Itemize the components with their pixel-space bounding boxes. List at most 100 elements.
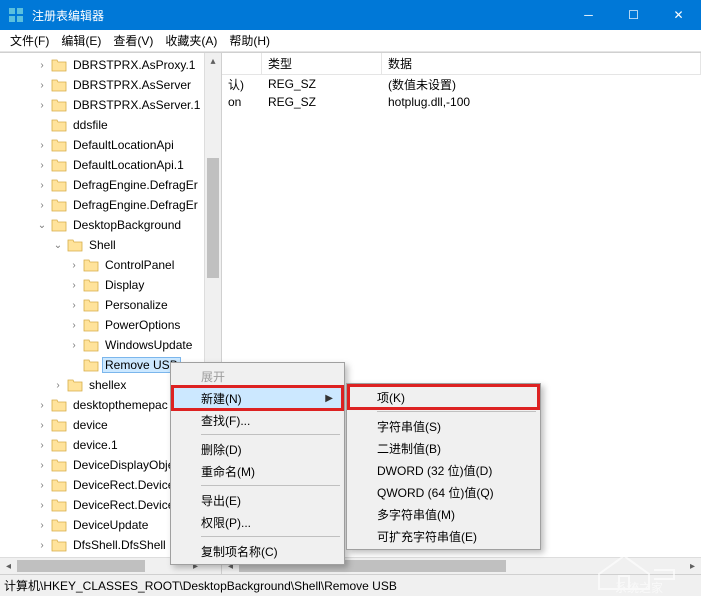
tree-node[interactable]: › DefaultLocationApi.1 <box>0 155 221 175</box>
close-button[interactable]: ✕ <box>656 0 701 30</box>
list-header: 类型 数据 <box>222 53 701 75</box>
menu-file[interactable]: 文件(F) <box>4 30 55 51</box>
chevron-icon[interactable]: › <box>36 460 48 471</box>
tree-node[interactable]: ›PowerOptions <box>0 315 221 335</box>
tree-label: DefaultLocationApi.1 <box>70 157 187 173</box>
tree-label: device.1 <box>70 437 121 453</box>
folder-icon <box>51 218 67 232</box>
col-data[interactable]: 数据 <box>382 53 701 74</box>
chevron-icon[interactable]: › <box>36 60 48 71</box>
tree-node[interactable]: ›DefaultLocationApi <box>0 135 221 155</box>
tree-node[interactable]: ›ControlPanel <box>0 255 221 275</box>
menu-new-multi[interactable]: 多字符串值(M) <box>349 503 538 525</box>
menu-new-binary[interactable]: 二进制值(B) <box>349 437 538 459</box>
tree-node[interactable]: ›DBRSTPRX.AsServer <box>0 75 221 95</box>
chevron-icon[interactable]: › <box>36 400 48 411</box>
statusbar: 计算机\HKEY_CLASSES_ROOT\DesktopBackground\… <box>0 574 701 596</box>
menu-export[interactable]: 导出(E) <box>173 489 342 511</box>
tree-label: DeviceRect.Device <box>70 477 177 493</box>
tree-label: DBRSTPRX.AsServer.1 <box>70 97 203 113</box>
tree-node[interactable]: ›DefragEngine.DefragEr <box>0 195 221 215</box>
tree-label: device <box>70 417 111 433</box>
tree-node[interactable]: › WindowsUpdate <box>0 335 221 355</box>
tree-label: ddsfile <box>70 117 111 133</box>
tree-label: DefragEngine.DefragEr <box>70 177 201 193</box>
chevron-icon[interactable]: › <box>36 520 48 531</box>
menu-edit[interactable]: 编辑(E) <box>55 30 107 51</box>
menu-new-string[interactable]: 字符串值(S) <box>349 415 538 437</box>
list-body[interactable]: 认)REG_SZ(数值未设置)onREG_SZhotplug.dll,-100 <box>222 75 701 111</box>
tree-label: DBRSTPRX.AsProxy.1 <box>70 57 198 73</box>
tree-label: WindowsUpdate <box>102 337 195 353</box>
tree-node[interactable]: › Personalize <box>0 295 221 315</box>
scroll-right-icon[interactable]: ▸ <box>684 558 701 574</box>
col-name[interactable] <box>222 53 262 74</box>
chevron-icon[interactable]: › <box>36 80 48 91</box>
scroll-left-icon[interactable]: ◂ <box>0 558 17 574</box>
window-controls: ─ ☐ ✕ <box>566 0 701 30</box>
chevron-icon[interactable]: › <box>68 340 80 351</box>
tree-label: DeviceDisplayObje <box>70 457 177 473</box>
tree-label: DeviceUpdate <box>70 517 151 533</box>
list-row[interactable]: 认)REG_SZ(数值未设置) <box>222 75 701 93</box>
tree-node[interactable]: › DBRSTPRX.AsProxy.1 <box>0 55 221 75</box>
tree-label: desktopthemepac <box>70 397 171 413</box>
scroll-up-icon[interactable]: ▴ <box>205 53 221 70</box>
menu-favorites[interactable]: 收藏夹(A) <box>159 30 223 51</box>
tree-node[interactable]: ›Display <box>0 275 221 295</box>
tree-node[interactable]: ⌄DesktopBackground <box>0 215 221 235</box>
menu-new[interactable]: 新建(N) ▶ <box>173 387 342 409</box>
folder-icon <box>83 338 99 352</box>
tree-node[interactable]: › DBRSTPRX.AsServer.1 <box>0 95 221 115</box>
chevron-icon[interactable]: › <box>36 440 48 451</box>
chevron-icon[interactable]: › <box>36 420 48 431</box>
menu-delete[interactable]: 删除(D) <box>173 438 342 460</box>
chevron-icon[interactable]: › <box>68 320 80 331</box>
menu-find[interactable]: 查找(F)... <box>173 409 342 431</box>
chevron-icon[interactable]: › <box>68 260 80 271</box>
chevron-icon[interactable]: › <box>36 180 48 191</box>
context-menu-new: 项(K) 字符串值(S) 二进制值(B) DWORD (32 位)值(D) QW… <box>346 383 541 550</box>
window-title: 注册表编辑器 <box>32 7 566 24</box>
tree-node[interactable]: ⌄Shell <box>0 235 221 255</box>
minimize-button[interactable]: ─ <box>566 0 611 30</box>
col-type[interactable]: 类型 <box>262 53 382 74</box>
chevron-icon[interactable]: › <box>36 160 48 171</box>
folder-icon <box>51 478 67 492</box>
list-row[interactable]: onREG_SZhotplug.dll,-100 <box>222 93 701 111</box>
chevron-icon[interactable]: ⌄ <box>36 220 48 231</box>
chevron-icon[interactable]: › <box>36 540 48 551</box>
menu-help[interactable]: 帮助(H) <box>223 30 276 51</box>
chevron-icon[interactable]: › <box>68 280 80 291</box>
chevron-icon[interactable]: › <box>36 100 48 111</box>
scroll-thumb[interactable] <box>207 158 219 278</box>
folder-icon <box>51 498 67 512</box>
menu-new-expand[interactable]: 可扩充字符串值(E) <box>349 525 538 547</box>
cell-name: on <box>222 95 262 109</box>
chevron-icon[interactable]: › <box>52 380 64 391</box>
menu-new-key[interactable]: 项(K) <box>349 386 538 408</box>
tree-label: DfsShell.DfsShell <box>70 537 169 553</box>
menu-new-qword[interactable]: QWORD (64 位)值(Q) <box>349 481 538 503</box>
folder-icon <box>51 438 67 452</box>
tree-label: DeviceRect.Device <box>70 497 177 513</box>
menu-new-dword[interactable]: DWORD (32 位)值(D) <box>349 459 538 481</box>
menu-view[interactable]: 查看(V) <box>107 30 159 51</box>
tree-node[interactable]: › DefragEngine.DefragEr <box>0 175 221 195</box>
menu-separator <box>201 485 340 486</box>
scroll-thumb-h[interactable] <box>17 560 145 572</box>
maximize-button[interactable]: ☐ <box>611 0 656 30</box>
menu-expand[interactable]: 展开 <box>173 365 342 387</box>
cell-data: (数值未设置) <box>382 76 701 93</box>
menu-permissions[interactable]: 权限(P)... <box>173 511 342 533</box>
tree-node[interactable]: ddsfile <box>0 115 221 135</box>
chevron-icon[interactable]: › <box>36 480 48 491</box>
menu-copy-key[interactable]: 复制项名称(C) <box>173 540 342 562</box>
menu-rename[interactable]: 重命名(M) <box>173 460 342 482</box>
chevron-icon[interactable]: ⌄ <box>52 240 64 251</box>
chevron-icon[interactable]: › <box>36 200 48 211</box>
chevron-icon[interactable]: › <box>36 140 48 151</box>
tree-label: Personalize <box>102 297 171 313</box>
chevron-icon[interactable]: › <box>36 500 48 511</box>
chevron-icon[interactable]: › <box>68 300 80 311</box>
